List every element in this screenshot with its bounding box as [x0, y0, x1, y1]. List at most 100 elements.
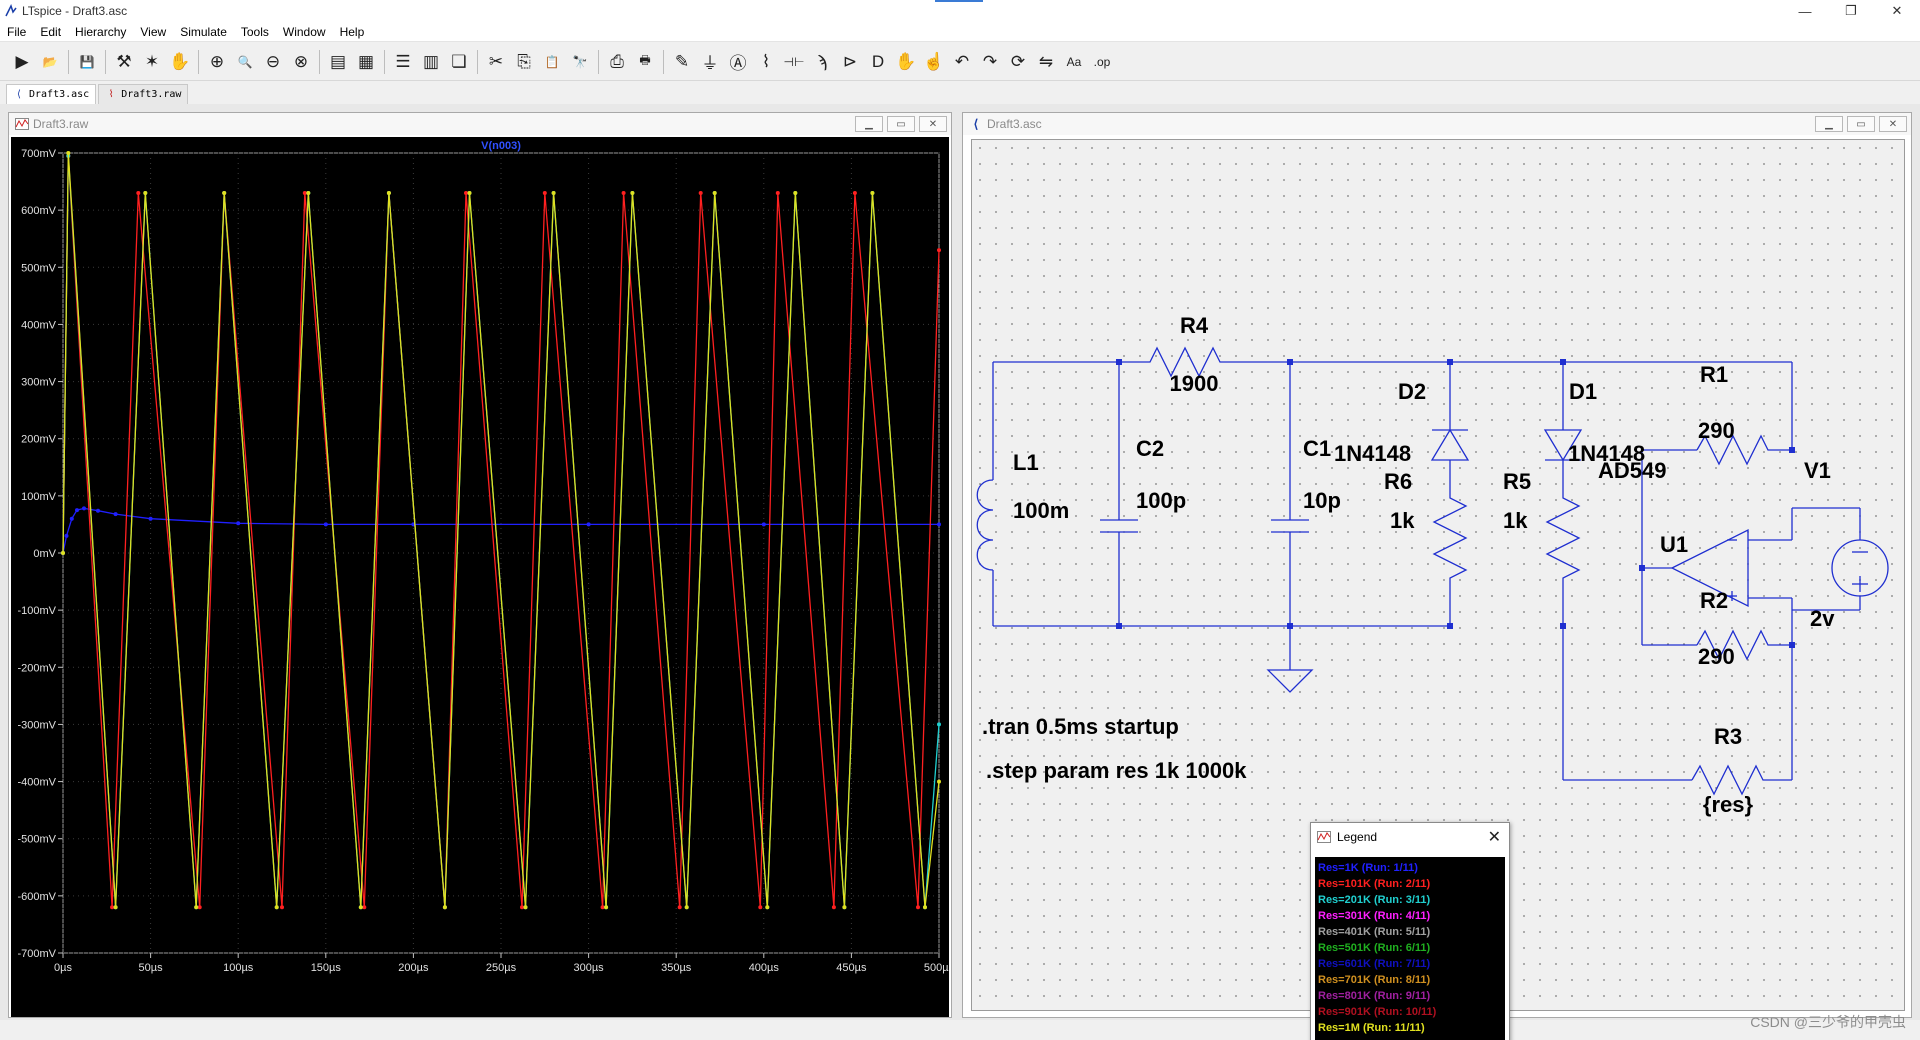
maximize-button[interactable]: ▭ [887, 116, 915, 132]
waveform-window-titlebar[interactable]: Draft3.raw ▁ ▭ ✕ [9, 113, 951, 135]
rotate-icon[interactable]: ⟳ [1004, 48, 1032, 76]
resistor-icon[interactable]: ⌇ [752, 48, 780, 76]
menu-tools[interactable]: Tools [234, 25, 276, 39]
find-icon[interactable]: 🔭 [566, 48, 594, 76]
c2-value: 100p [1136, 488, 1186, 513]
legend-titlebar[interactable]: Legend ✕ [1311, 823, 1509, 851]
x-tick-label: 500µs [924, 962, 949, 974]
menu-help[interactable]: Help [333, 25, 372, 39]
close-button[interactable]: ✕ [919, 116, 947, 132]
open-icon[interactable]: 📂 [36, 48, 64, 76]
y-tick-label: 200mV [21, 434, 57, 446]
spice-directive-icon[interactable]: .op [1088, 48, 1116, 76]
cascade-icon[interactable]: ❏ [445, 48, 473, 76]
legend-entry[interactable]: Res=201K (Run: 3/11) [1318, 892, 1502, 908]
redo-icon[interactable]: ↷ [976, 48, 1004, 76]
y-tick-label: 600mV [21, 205, 57, 217]
u1-name: U1 [1660, 532, 1688, 557]
halt-icon[interactable]: ✶ [138, 48, 166, 76]
data-point [113, 512, 118, 517]
copy-icon[interactable]: ⎘ [510, 48, 538, 76]
legend-entry[interactable]: Res=401K (Run: 5/11) [1318, 924, 1502, 940]
menu-window[interactable]: Window [276, 25, 333, 39]
inductor-icon[interactable]: ϡ [808, 48, 836, 76]
menu-edit[interactable]: Edit [33, 25, 68, 39]
data-point [69, 516, 74, 521]
tab-draft3-raw[interactable]: ⌇ Draft3.raw [98, 84, 189, 104]
data-point [442, 905, 447, 910]
minimize-button[interactable]: ▁ [855, 116, 883, 132]
trace-name: V(n003) [481, 140, 521, 152]
r3-name: R3 [1714, 724, 1742, 749]
legend-entry[interactable]: Res=901K (Run: 10/11) [1318, 1004, 1502, 1020]
schematic-window-titlebar[interactable]: ⟨ Draft3.asc ▁ ▭ ✕ [963, 113, 1911, 135]
pan-icon[interactable]: ✋ [166, 48, 194, 76]
wire-icon[interactable]: ✎ [668, 48, 696, 76]
minimize-button[interactable]: ▁ [1815, 116, 1843, 132]
text-icon[interactable]: Aa [1060, 48, 1088, 76]
close-icon[interactable]: ✕ [1488, 827, 1501, 847]
control-panel-icon[interactable]: ⚒ [110, 48, 138, 76]
print-preview-icon[interactable]: 🖶 [631, 48, 659, 76]
ground-icon[interactable]: ⏚ [696, 48, 724, 76]
maximize-button[interactable]: ❐ [1828, 0, 1874, 22]
data-point [66, 151, 71, 155]
zoom-out-icon[interactable]: ⊖ [259, 48, 287, 76]
toolbar-separator [319, 49, 320, 74]
label-net-icon[interactable]: Ⓐ [724, 48, 752, 76]
maximize-button[interactable]: ▭ [1847, 116, 1875, 132]
data-point [323, 522, 328, 527]
cut-icon[interactable]: ✂ [482, 48, 510, 76]
data-point [586, 522, 591, 527]
undo-icon[interactable]: ↶ [948, 48, 976, 76]
zoom-in-icon[interactable]: ⊕ [203, 48, 231, 76]
paste-icon[interactable]: 📋 [538, 48, 566, 76]
run-icon[interactable]: ▶ [8, 48, 36, 76]
r2-value: 290 [1698, 644, 1735, 669]
tile-vertical-icon[interactable]: ▥ [417, 48, 445, 76]
r5-name: R5 [1503, 469, 1531, 494]
step-directive[interactable]: .step param res 1k 1000k [986, 758, 1247, 783]
legend-entry[interactable]: Res=101K (Run: 2/11) [1318, 876, 1502, 892]
tile-horizontal-icon[interactable]: ☰ [389, 48, 417, 76]
mirror-icon[interactable]: ⇋ [1032, 48, 1060, 76]
waveform-icon: ⌇ [108, 89, 114, 100]
save-icon[interactable]: 💾 [73, 48, 101, 76]
grid-icon[interactable]: ▦ [352, 48, 380, 76]
minimize-button[interactable]: — [1782, 0, 1828, 22]
legend-entry[interactable]: Res=701K (Run: 8/11) [1318, 972, 1502, 988]
move-icon[interactable]: ✋ [892, 48, 920, 76]
component-icon[interactable]: D [864, 48, 892, 76]
legend-entry[interactable]: Res=801K (Run: 9/11) [1318, 988, 1502, 1004]
zoom-area-icon[interactable]: 🔍 [231, 48, 259, 76]
tab-draft3-asc[interactable]: ⟨ Draft3.asc [6, 84, 97, 104]
diode-icon[interactable]: ⊳ [836, 48, 864, 76]
menu-file[interactable]: File [0, 25, 33, 39]
waveform-plot[interactable]: 700mV 600mV 500mV 400mV 300mV 200mV 100mV 0mV -1… [11, 137, 955, 1017]
title-accent-bar [935, 0, 983, 2]
print-icon[interactable]: ⎙ [603, 48, 631, 76]
data-point [61, 551, 65, 555]
autorange-icon[interactable]: ▤ [324, 48, 352, 76]
legend-entry[interactable]: Res=601K (Run: 7/11) [1318, 956, 1502, 972]
menu-hierarchy[interactable]: Hierarchy [68, 25, 133, 39]
legend-entry[interactable]: Res=301K (Run: 4/11) [1318, 908, 1502, 924]
legend-entry[interactable]: Res=1K (Run: 1/11) [1318, 860, 1502, 876]
zoom-fit-icon[interactable]: ⊗ [287, 48, 315, 76]
drag-icon[interactable]: ☝ [920, 48, 948, 76]
data-point [621, 191, 626, 195]
r6-value: 1k [1390, 508, 1415, 533]
close-button[interactable]: ✕ [1874, 0, 1920, 22]
legend-entry[interactable]: Res=501K (Run: 6/11) [1318, 940, 1502, 956]
capacitor-icon[interactable]: ⊣⊢ [780, 48, 808, 76]
data-point [600, 905, 605, 910]
tran-directive[interactable]: .tran 0.5ms startup [982, 714, 1179, 739]
toolbar-separator [68, 49, 69, 74]
menu-simulate[interactable]: Simulate [173, 25, 234, 39]
legend-entry[interactable]: Res=1M (Run: 11/11) [1318, 1020, 1502, 1036]
data-point [852, 191, 857, 195]
menu-view[interactable]: View [133, 25, 173, 39]
close-button[interactable]: ✕ [1879, 116, 1907, 132]
data-point [464, 191, 468, 195]
data-point [684, 905, 689, 910]
